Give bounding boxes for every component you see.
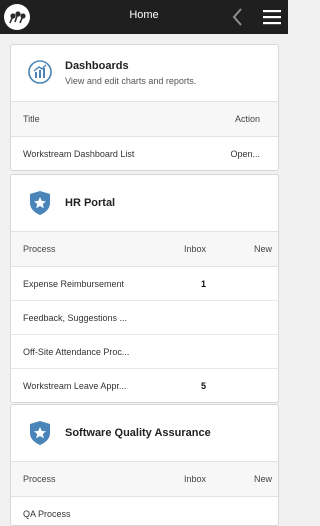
inbox-count: 1	[200, 279, 206, 289]
table-row[interactable]: Expense Reimbursement 1	[11, 267, 278, 301]
card-title: Software Quality Assurance	[65, 427, 211, 439]
process-name: Feedback, Suggestions ...	[23, 313, 128, 323]
chart-icon	[27, 59, 53, 87]
column-action: Action	[234, 114, 260, 124]
shield-star-icon	[27, 419, 53, 447]
card-title: HR Portal	[65, 197, 116, 209]
dashboards-card-header: Dashboards View and edit charts and repo…	[11, 45, 278, 102]
column-new: New	[253, 474, 272, 484]
table-header: Process Inbox New	[11, 462, 278, 497]
process-name: QA Process	[23, 509, 71, 519]
process-name: Expense Reimbursement	[23, 279, 125, 289]
row-title: Workstream Dashboard List	[23, 149, 135, 159]
shield-star-icon	[27, 189, 53, 217]
process-name: Off-Site Attendance Proc...	[23, 347, 130, 357]
table-header: Process Inbox New	[11, 232, 278, 267]
inbox-count: 5	[200, 381, 206, 391]
column-title: Title	[23, 114, 40, 124]
process-name: Workstream Leave Appr...	[23, 381, 127, 391]
dashboards-card: Dashboards View and edit charts and repo…	[10, 44, 279, 171]
back-chevron-icon[interactable]	[229, 6, 247, 28]
table-row[interactable]: Off-Site Attendance Proc...	[11, 335, 278, 369]
sqa-card-header: Software Quality Assurance	[11, 405, 278, 462]
column-new: New	[253, 244, 272, 254]
table-row[interactable]: Feedback, Suggestions ...	[11, 301, 278, 335]
card-subtitle: View and edit charts and reports.	[65, 76, 197, 86]
card-title: Dashboards	[65, 60, 129, 72]
hr-portal-card-header: HR Portal	[11, 175, 278, 232]
table-header: Title Action	[11, 102, 278, 137]
column-inbox: Inbox	[183, 244, 206, 254]
table-row[interactable]: Workstream Dashboard List Open...	[11, 137, 278, 170]
hr-portal-card: HR Portal Process Inbox New Expense Reim…	[10, 174, 279, 403]
software-quality-assurance-card: Software Quality Assurance Process Inbox…	[10, 404, 279, 526]
open-link[interactable]: Open...	[230, 149, 260, 159]
table-row[interactable]: Workstream Leave Appr... 5	[11, 369, 278, 402]
top-bar: Home	[0, 0, 288, 34]
column-process: Process	[23, 474, 56, 484]
column-process: Process	[23, 244, 56, 254]
column-inbox: Inbox	[183, 474, 206, 484]
hamburger-menu-icon[interactable]	[262, 8, 282, 26]
